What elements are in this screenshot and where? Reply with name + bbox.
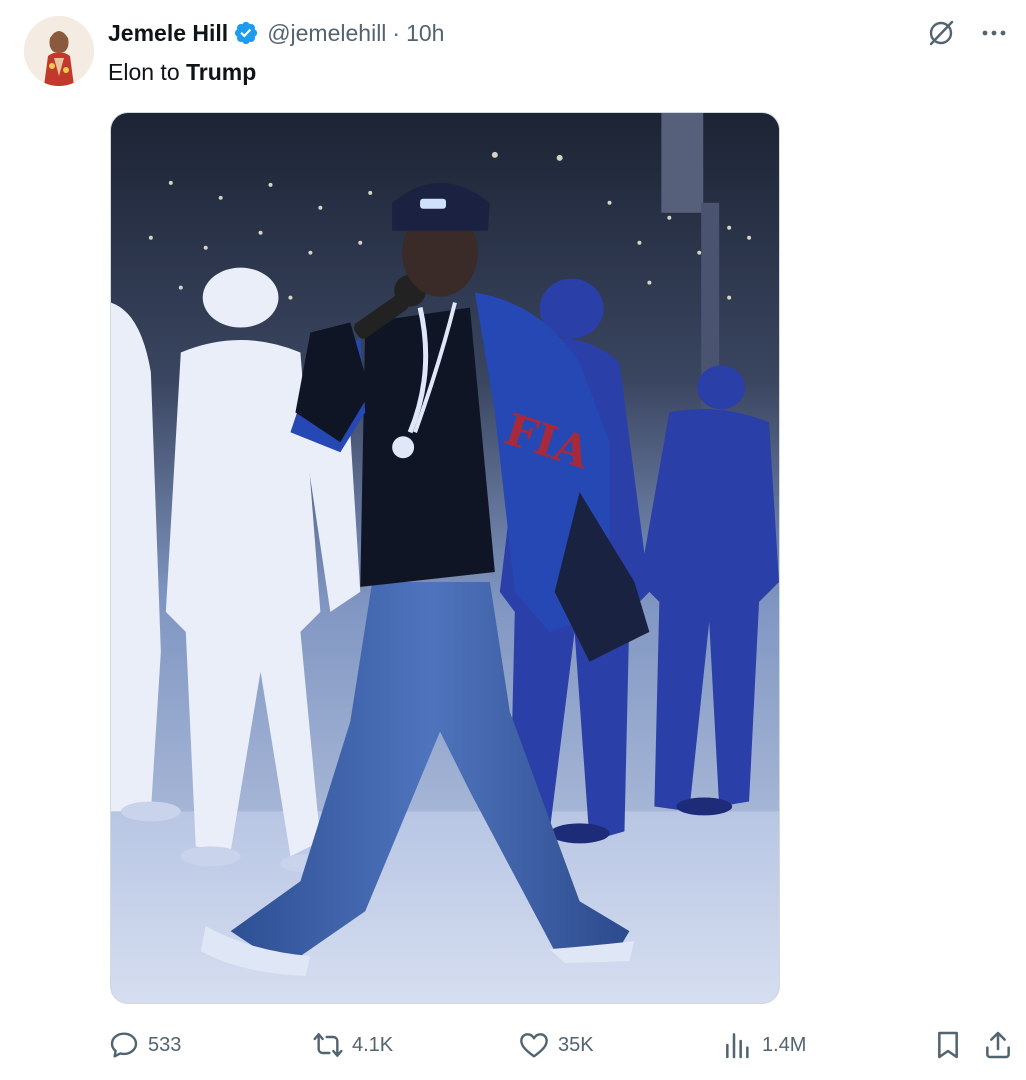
share-icon [986, 1031, 1010, 1059]
views-icon [726, 1033, 749, 1059]
bookmark-icon [938, 1031, 958, 1059]
views-count: 1.4M [762, 1033, 807, 1056]
like-count: 35K [558, 1033, 594, 1056]
verified-badge-icon [233, 20, 259, 46]
tweet-actions: 533 4.1K 35K 1.4M [108, 1026, 1016, 1064]
heart-icon [520, 1033, 548, 1058]
more-icon[interactable] [980, 19, 1008, 47]
timestamp[interactable]: 10h [406, 20, 444, 47]
like-button[interactable]: 35K [518, 1026, 594, 1064]
reply-button[interactable]: 533 [108, 1026, 181, 1064]
reply-count: 533 [148, 1033, 182, 1056]
views-button[interactable]: 1.4M [722, 1026, 806, 1064]
share-button[interactable] [982, 1026, 1022, 1064]
tweet-header: Jemele Hill @jemelehill · 10h [108, 18, 444, 48]
bookmark-button[interactable] [932, 1026, 972, 1064]
avatar[interactable] [24, 16, 94, 86]
display-name[interactable]: Jemele Hill [108, 20, 228, 47]
repost-button[interactable]: 4.1K [312, 1026, 393, 1064]
tweet-text: Elon to Trump [108, 58, 256, 86]
tweet-text-bold: Trump [186, 59, 257, 85]
reply-icon [110, 1032, 138, 1058]
handle[interactable]: @jemelehill [267, 20, 386, 47]
separator-dot: · [392, 19, 401, 46]
grok-icon[interactable] [926, 18, 956, 48]
tweet-top-actions [926, 18, 1008, 48]
repost-icon [313, 1033, 343, 1057]
tweet-media-image[interactable]: FIA [110, 112, 780, 1004]
tweet-text-plain: Elon to [108, 59, 186, 85]
tweet: Jemele Hill @jemelehill · 10h Elon to Tr… [0, 0, 1026, 1080]
repost-count: 4.1K [352, 1033, 394, 1056]
